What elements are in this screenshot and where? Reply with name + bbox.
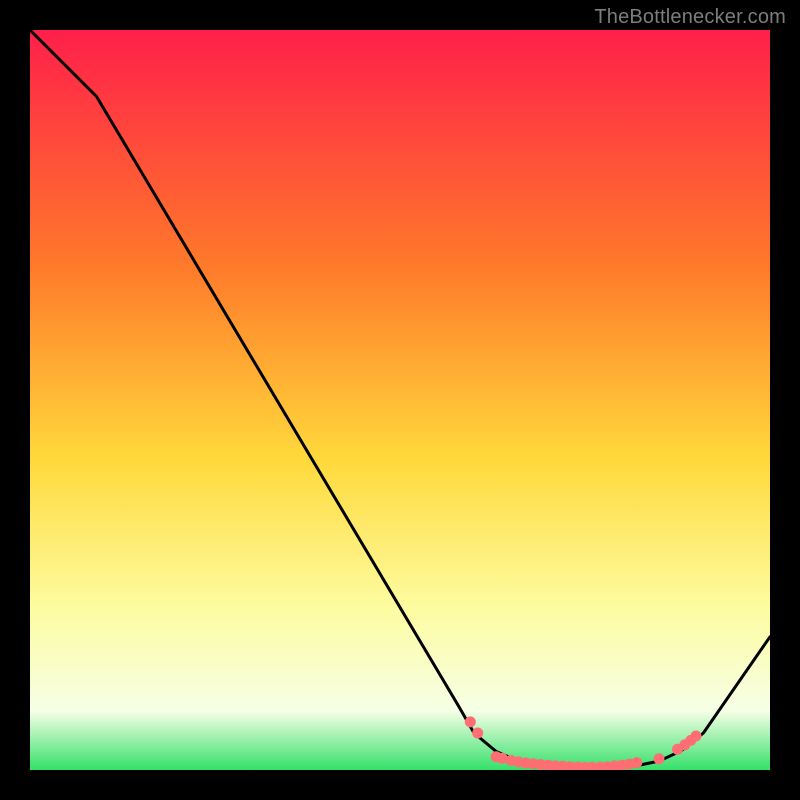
data-marker <box>473 728 483 738</box>
chart-plot <box>30 30 770 770</box>
data-marker <box>497 753 507 763</box>
data-marker <box>691 731 701 741</box>
gradient-background <box>30 30 770 770</box>
data-marker <box>654 754 664 764</box>
data-marker <box>632 758 642 768</box>
attribution-text: TheBottlenecker.com <box>594 6 786 29</box>
chart-svg <box>30 30 770 770</box>
chart-stage: TheBottlenecker.com <box>0 0 800 800</box>
data-marker <box>465 717 475 727</box>
